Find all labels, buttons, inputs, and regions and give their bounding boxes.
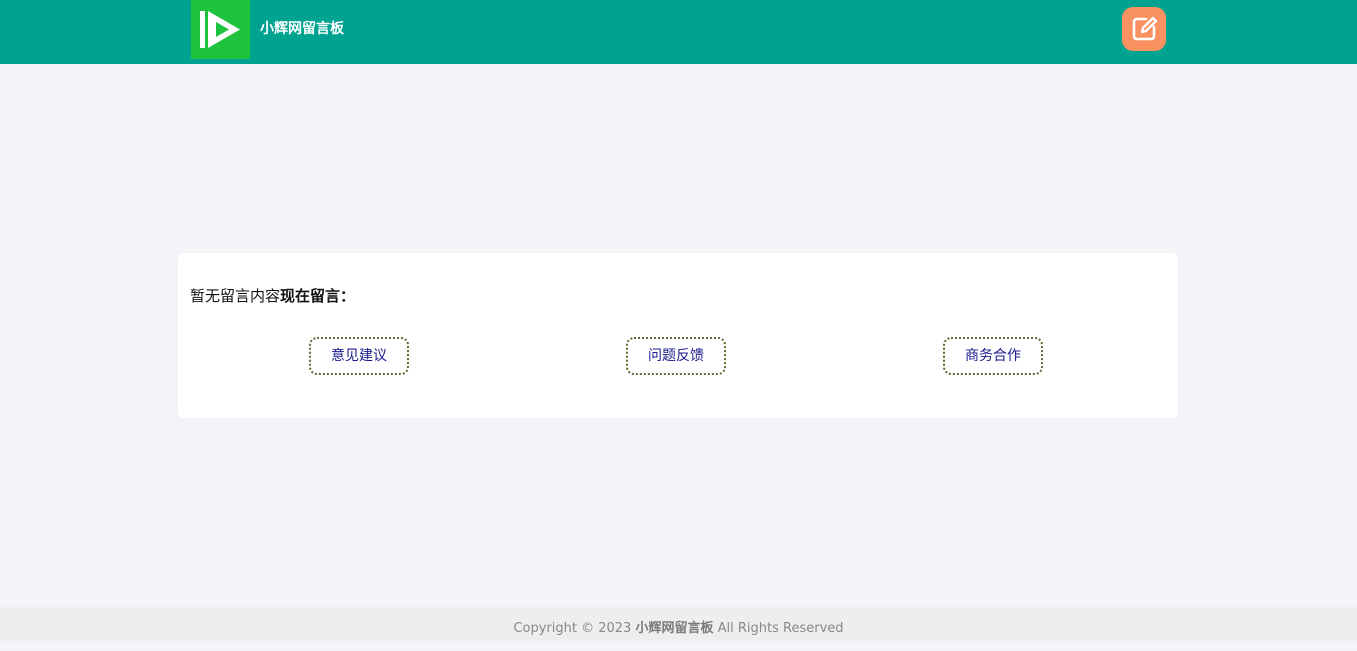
play-logo-icon xyxy=(200,11,240,48)
footer-brand: 小辉网留言板 xyxy=(635,621,714,636)
site-title: 小辉网留言板 xyxy=(260,21,344,37)
top-header: 小辉网留言板 xyxy=(0,0,1357,64)
edit-icon xyxy=(1132,16,1158,41)
site-logo[interactable] xyxy=(191,0,250,59)
footer: Copyright © 2023 小辉网留言板 All Rights Reser… xyxy=(0,607,1357,641)
category-business-button[interactable]: 商务合作 xyxy=(943,337,1043,375)
empty-prompt: 暂无留言内容现在留言： xyxy=(190,285,355,307)
leave-message-label: 现在留言： xyxy=(280,287,356,305)
write-message-button[interactable] xyxy=(1122,7,1166,51)
category-feedback-button[interactable]: 问题反馈 xyxy=(626,337,726,375)
empty-text: 暂无留言内容 xyxy=(190,287,281,305)
copyright-suffix: All Rights Reserved xyxy=(717,621,844,636)
category-suggestion-button[interactable]: 意见建议 xyxy=(309,337,409,375)
message-panel: 暂无留言内容现在留言： 意见建议 问题反馈 商务合作 xyxy=(178,253,1178,418)
copyright-prefix: Copyright © 2023 xyxy=(513,621,632,636)
